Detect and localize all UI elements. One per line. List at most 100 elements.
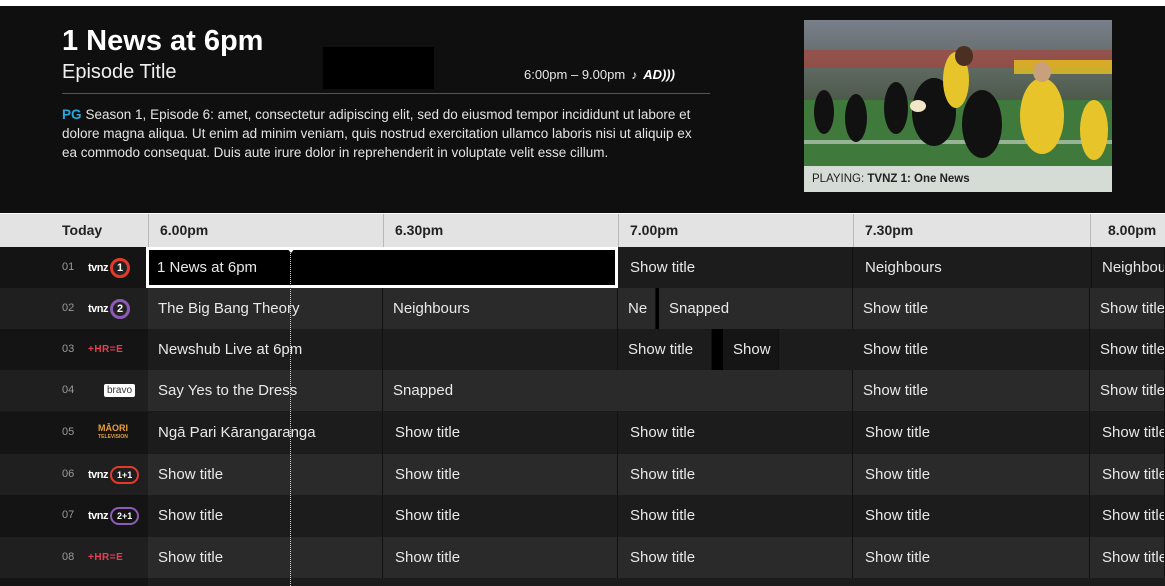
programme-cell[interactable]: Show title	[853, 537, 1090, 578]
channel-number: 03	[62, 343, 75, 355]
audio-description-icon: AD)))	[643, 67, 675, 82]
time-slot: 7.30pm	[865, 222, 914, 238]
logo-word-text: MĀORI	[98, 422, 128, 433]
three-logo: +HR=E	[88, 339, 123, 360]
programme-cell[interactable]	[383, 329, 618, 370]
programme-cell[interactable]: Show title	[853, 495, 1090, 537]
description-text: Season 1, Episode 6: amet, consectetur a…	[62, 107, 692, 160]
programme-cell[interactable]: Show title	[1090, 454, 1165, 495]
timeline-header: Today 6.00pm 6.30pm 7.00pm 7.30pm 8.00pm	[0, 214, 1165, 247]
channel-number: 07	[62, 509, 75, 521]
logo-word: tvnz	[88, 468, 109, 481]
programme-cell[interactable]: Show title	[620, 247, 853, 288]
playing-label: PLAYING:	[812, 173, 868, 185]
programme-cell[interactable]: Show title	[1090, 412, 1165, 454]
current-time-line	[290, 247, 291, 586]
programme-cell[interactable]: Show title	[1090, 370, 1165, 411]
header-divider	[62, 93, 710, 94]
programme-cell[interactable]: Show title	[1090, 329, 1165, 370]
programme-cell[interactable]: Show title	[1090, 495, 1165, 537]
epg-screen: 1 News at 6pm Episode Title 6:00pm – 9.0…	[0, 0, 1165, 586]
programme-cell[interactable]: Ne	[618, 288, 656, 329]
logo-word: +HR=E	[88, 344, 124, 355]
now-marker-icon	[286, 247, 296, 253]
programme-cell[interactable]: Show title	[1090, 288, 1165, 329]
time-slot: 6.30pm	[395, 222, 444, 238]
programme-cell[interactable]: Show title	[853, 412, 1090, 454]
logo-mark: 2	[110, 298, 130, 319]
channel-cell[interactable]: 07 tvnz 2+1	[0, 495, 148, 537]
programme-cell[interactable]: Show title	[383, 412, 618, 454]
rating-badge: PG	[62, 107, 82, 122]
live-preview[interactable]: PLAYING: TVNZ 1: One News	[804, 20, 1112, 192]
channel-cell[interactable]: 03 +HR=E	[0, 329, 148, 370]
programme-cell[interactable]: Show title	[148, 537, 383, 578]
channel-number: 01	[62, 261, 75, 273]
programme-cell[interactable]: Show title	[148, 454, 383, 495]
programme-cell[interactable]: Show title	[618, 329, 712, 370]
logo-subtext: TELEVISION	[98, 433, 128, 440]
programme-grid: 01 tvnz 1 1 News at 6pm Show title Neighb…	[0, 247, 1165, 586]
channel-cell[interactable]: 02 tvnz 2	[0, 288, 148, 329]
programme-cell[interactable]: Neighbours	[1092, 247, 1165, 288]
programme-cell-selected[interactable]: 1 News at 6pm	[146, 247, 618, 288]
programme-cell[interactable]: Snapped	[659, 288, 853, 329]
programme-cell[interactable]: Show title	[618, 454, 853, 495]
programme-cell[interactable]: Show title	[383, 454, 618, 495]
channel-number: 06	[62, 468, 75, 480]
programme-cell[interactable]: Snapped	[383, 370, 853, 411]
logo-mark: 1	[110, 257, 130, 278]
programme-cell[interactable]: Show title	[853, 288, 1090, 329]
tvnz-2-logo: tvnz 2	[88, 298, 130, 319]
channel-cell	[0, 578, 148, 586]
gap-block	[712, 329, 723, 370]
channel-number: 02	[62, 302, 75, 314]
programme-cell[interactable]: Show title	[1090, 537, 1165, 578]
channel-cell[interactable]: 01 tvnz 1	[0, 247, 148, 288]
channel-row: 04 bravo Say Yes to the Dress Snapped Sh…	[0, 370, 1165, 411]
programme-cell[interactable]: Show title	[618, 412, 853, 454]
programme-info-panel: 1 News at 6pm Episode Title 6:00pm – 9.0…	[0, 6, 1165, 213]
time-divider	[1090, 214, 1091, 247]
tvnz-1-logo: tvnz 1	[88, 257, 130, 278]
programme-cell[interactable]: Show title	[618, 495, 853, 537]
programme-cell[interactable]: Show	[723, 329, 779, 370]
channel-number: 08	[62, 551, 75, 563]
channel-row: 06 tvnz 1+1 Show title Show title Show ti…	[0, 454, 1165, 495]
three-plus1-logo: +HR=E	[88, 547, 123, 568]
logo-word: MĀORI TELEVISION	[98, 422, 128, 442]
programme-cell[interactable]: Show title	[853, 370, 1090, 411]
logo-mark: 1+1	[110, 465, 140, 484]
channel-row: 02 tvnz 2 The Big Bang Theory Neighbours …	[0, 288, 1165, 329]
programme-cell[interactable]: Say Yes to the Dress	[148, 370, 383, 411]
programme-title: 1 News at 6pm	[62, 25, 264, 57]
programme-cell[interactable]: Neighbours	[855, 247, 1092, 288]
programme-cell[interactable]: Show title	[618, 537, 853, 578]
audio-description-label: AD	[643, 67, 662, 82]
logo-mark: 2+1	[110, 506, 140, 525]
time-slot: 8.00pm	[1108, 222, 1157, 238]
programme-cell[interactable]: Neighbours	[383, 288, 618, 329]
channel-cell[interactable]: 08 +HR=E	[0, 537, 148, 578]
channel-cell[interactable]: 04 bravo	[0, 370, 148, 411]
channel-number: 05	[62, 426, 75, 438]
programme-cell[interactable]: Show title	[383, 495, 618, 537]
maori-tv-logo: MĀORI TELEVISION	[98, 422, 128, 443]
channel-cell[interactable]: 06 tvnz 1+1	[0, 454, 148, 495]
channel-cell[interactable]: 05 MĀORI TELEVISION	[0, 412, 148, 454]
programme-cell[interactable]: Show title	[148, 495, 383, 537]
logo-word: +HR=E	[88, 552, 124, 563]
programme-cell[interactable]: Show title	[853, 329, 1090, 370]
programme-cell[interactable]: Newshub Live at 6pm	[148, 329, 383, 370]
now-playing-bar: PLAYING: TVNZ 1: One News	[804, 166, 1112, 192]
time-range: 6:00pm – 9.00pm ♪ AD)))	[524, 67, 675, 82]
today-label[interactable]: Today	[62, 214, 102, 247]
time-slot: 7.00pm	[630, 222, 679, 238]
closed-captions-icon: ♪	[631, 67, 638, 82]
channel-number: 04	[62, 384, 75, 396]
programme-cell[interactable]: Show title	[383, 537, 618, 578]
programme-cell[interactable]: Show title	[853, 454, 1090, 495]
episode-title: Episode Title	[62, 61, 177, 83]
programme-cell[interactable]: Ngā Pari Kārangaranga	[148, 412, 383, 454]
programme-cell[interactable]: The Big Bang Theory	[148, 288, 383, 329]
